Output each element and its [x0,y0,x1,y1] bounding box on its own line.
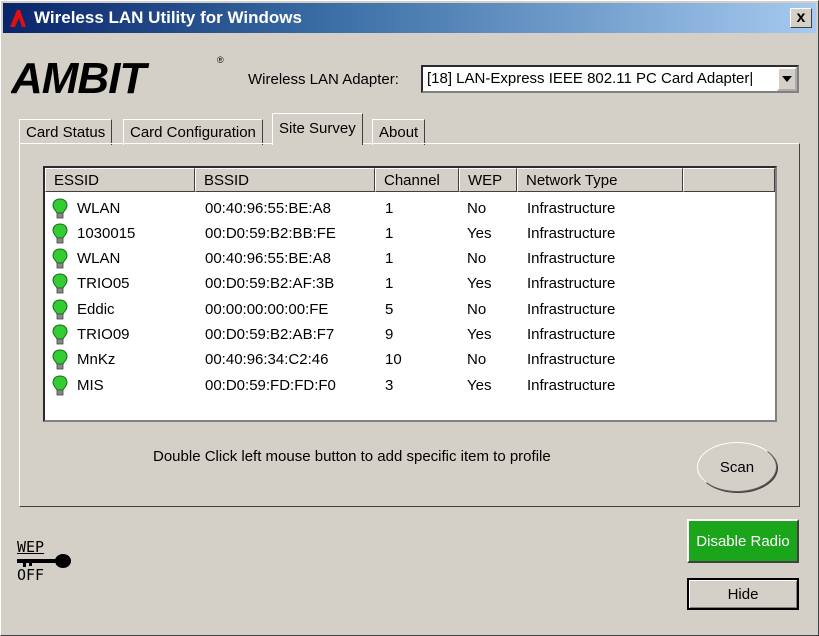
signal-bulb-icon [52,248,68,269]
tab-site-survey[interactable]: Site Survey [272,113,363,145]
cell-bssid: 00:40:96:34:C2:46 [205,351,329,368]
cell-bssid: 00:40:96:55:BE:A8 [205,250,331,267]
ambit-logo: AMBIT ® [11,54,224,101]
cell-wep: Yes [467,225,492,242]
signal-bulb-icon [52,375,68,396]
signal-bulb-icon [52,324,68,345]
cell-wep: Yes [467,275,492,292]
cell-channel: 1 [385,200,394,217]
column-header-empty [683,168,775,192]
cell-wep: No [467,351,487,368]
column-header-wep[interactable]: WEP [459,168,517,192]
column-header-essid[interactable]: ESSID [45,168,195,192]
logo-text: AMBIT [11,54,149,101]
cell-essid: 1030015 [77,225,136,242]
app-icon [10,10,26,27]
cell-channel: 9 [385,326,394,343]
signal-bulb-icon [52,349,68,370]
cell-wep: Yes [467,326,492,343]
wep-key-icon [17,554,71,568]
table-row[interactable]: TRIO09 00:D0:59:B2:AB:F7 9 Yes Infrastru… [45,323,775,348]
adapter-label: Wireless LAN Adapter: [248,71,399,88]
cell-bssid: 00:D0:59:B2:AB:F7 [205,326,335,343]
cell-bssid: 00:D0:59:B2:BB:FE [205,225,336,242]
signal-bulb-icon [52,273,68,294]
cell-wep: Yes [467,377,492,394]
cell-channel: 3 [385,377,394,394]
cell-essid: MIS [77,377,104,394]
column-header-channel[interactable]: Channel [375,168,459,192]
column-header-bssid[interactable]: BSSID [195,168,375,192]
cell-channel: 10 [385,351,402,368]
table-row[interactable]: WLAN 00:40:96:55:BE:A8 1 No Infrastructu… [45,197,775,222]
cell-essid: Eddic [77,301,115,318]
close-button[interactable]: x [790,8,812,28]
column-header-network-type[interactable]: Network Type [517,168,683,192]
table-row[interactable]: Eddic 00:00:00:00:00:FE 5 No Infrastruct… [45,298,775,323]
cell-bssid: 00:D0:59:FD:FD:F0 [205,377,336,394]
table-row[interactable]: MnKz 00:40:96:34:C2:46 10 No Infrastruct… [45,348,775,373]
dropdown-button[interactable] [777,67,797,91]
cell-bssid: 00:D0:59:B2:AF:3B [205,275,335,292]
main-window: Wireless LAN Utility for Windows x AMBIT… [0,0,819,636]
signal-bulb-icon [52,198,68,219]
cell-network-type: Infrastructure [527,200,616,217]
title-bar[interactable]: Wireless LAN Utility for Windows x [3,3,816,33]
cell-network-type: Infrastructure [527,250,616,267]
cell-wep: No [467,250,487,267]
tab-card-status[interactable]: Card Status [19,119,113,145]
cell-network-type: Infrastructure [527,377,616,394]
cell-channel: 5 [385,301,394,318]
cell-channel: 1 [385,275,394,292]
site-survey-list[interactable]: ESSID BSSID Channel WEP Network Type WLA… [43,166,777,422]
cell-bssid: 00:00:00:00:00:FE [205,301,329,318]
cell-essid: MnKz [77,351,116,368]
registered-mark: ® [217,55,224,65]
cell-essid: TRIO05 [77,275,130,292]
cell-essid: WLAN [77,250,121,267]
adapter-value: [18] LAN-Express IEEE 802.11 PC Card Ada… [427,70,754,87]
window-title: Wireless LAN Utility for Windows [34,8,302,27]
signal-bulb-icon [52,299,68,320]
adapter-select[interactable]: [18] LAN-Express IEEE 802.11 PC Card Ada… [421,65,799,93]
tab-card-configuration[interactable]: Card Configuration [123,119,263,145]
cell-network-type: Infrastructure [527,301,616,318]
cell-essid: WLAN [77,200,121,217]
table-row[interactable]: MIS 00:D0:59:FD:FD:F0 3 Yes Infrastructu… [45,374,775,399]
table-row[interactable]: 1030015 00:D0:59:B2:BB:FE 1 Yes Infrastr… [45,222,775,247]
table-row[interactable]: TRIO05 00:D0:59:B2:AF:3B 1 Yes Infrastru… [45,272,775,297]
cell-wep: No [467,200,487,217]
cell-network-type: Infrastructure [527,225,616,242]
hide-button[interactable]: Hide [687,578,799,610]
cell-essid: TRIO09 [77,326,130,343]
hint-text: Double Click left mouse button to add sp… [153,448,551,465]
cell-bssid: 00:40:96:55:BE:A8 [205,200,331,217]
table-row[interactable]: WLAN 00:40:96:55:BE:A8 1 No Infrastructu… [45,247,775,272]
cell-network-type: Infrastructure [527,351,616,368]
tab-about[interactable]: About [372,119,426,145]
cell-channel: 1 [385,250,394,267]
scan-button[interactable]: Scan [697,442,777,492]
wep-status: WEP OFF [17,538,73,588]
cell-channel: 1 [385,225,394,242]
cell-wep: No [467,301,487,318]
chevron-down-icon [782,76,792,82]
signal-bulb-icon [52,223,68,244]
disable-radio-button[interactable]: Disable Radio [687,519,799,563]
cell-network-type: Infrastructure [527,275,616,292]
cell-network-type: Infrastructure [527,326,616,343]
